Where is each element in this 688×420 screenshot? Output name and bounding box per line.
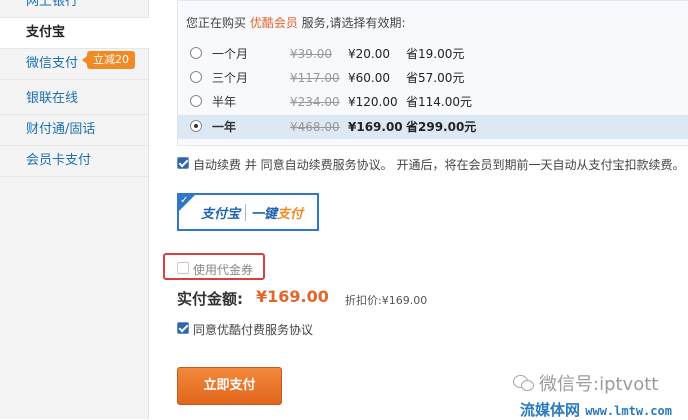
plan-savings: 省19.00元 <box>406 47 465 61</box>
plan-name: 半年 <box>212 95 237 109</box>
wechat-watermark: 微信号:iptvott <box>513 370 658 396</box>
sidebar-item-unionpay[interactable]: 银联在线 <box>0 84 148 115</box>
intro-suffix: 服务,请选择有效期: <box>297 16 406 30</box>
sidebar-item-label: 银联在线 <box>26 91 79 106</box>
sidebar-item-alipay[interactable]: 支付宝 <box>0 18 149 49</box>
coupon-label: 使用代金券 <box>193 263 254 277</box>
plan-savings: 省299.00元 <box>406 120 477 134</box>
plan-original-price: ¥468.00 <box>290 120 340 134</box>
wechat-icon <box>513 375 534 391</box>
pay-now-button[interactable]: 立即支付 <box>177 367 282 405</box>
sidebar-item-label: 支付宝 <box>26 25 66 40</box>
plan-original-price: ¥234.00 <box>290 95 340 109</box>
alipay-one-click-option[interactable]: ✓ 支付宝 一键支付 <box>177 193 319 231</box>
sidebar-item-tenpay[interactable]: 财付通/固话 <box>0 115 148 146</box>
plan-price: ¥60.00 <box>348 71 390 85</box>
total-amount: ¥169.00 <box>256 287 329 306</box>
sidebar-item-label: 微信支付 <box>26 56 79 71</box>
alipay-logo-text: 支付宝 <box>201 207 241 222</box>
auto-renew-label: 自动续费 并 同意自动续费服务协议。 开通后，将在会员到期前一天自动从支付宝扣款… <box>193 158 685 172</box>
plan-radio[interactable] <box>190 95 202 107</box>
plan-original-price: ¥39.00 <box>290 47 332 61</box>
auto-renew-checkbox[interactable] <box>177 157 189 169</box>
discount-badge: 立减20 <box>82 51 135 69</box>
plan-option-1-year[interactable]: 一年 ¥468.00 ¥169.00 省299.00元 <box>178 115 688 139</box>
total-label: 实付金额: <box>177 290 243 308</box>
plan-original-price: ¥117.00 <box>290 71 340 85</box>
plan-radio[interactable] <box>190 71 202 83</box>
sidebar-item-member-card[interactable]: 会员卡支付 <box>0 146 148 177</box>
plan-name: 三个月 <box>212 71 249 85</box>
plan-price: ¥20.00 <box>348 47 390 61</box>
site-watermark: 流媒体网 www.lmtw.com <box>520 399 672 420</box>
agreement-checkbox[interactable] <box>177 322 189 334</box>
plan-option-half-year[interactable]: 半年 ¥234.00 ¥120.00 省114.00元 <box>178 90 688 114</box>
agreement-label: 同意优酷付费服务协议 <box>193 323 314 337</box>
logo-divider <box>245 204 246 221</box>
plan-savings: 省114.00元 <box>406 95 472 109</box>
plan-savings: 省57.00元 <box>406 71 465 85</box>
one-click-suffix: 支付 <box>277 207 304 222</box>
plan-price: ¥169.00 <box>348 120 403 134</box>
one-click-prefix: 一键 <box>251 207 278 222</box>
purchase-intro: 您正在购买 优酷会员 服务,请选择有效期: <box>186 14 406 31</box>
plan-price: ¥120.00 <box>348 95 398 109</box>
plan-option-3-months[interactable]: 三个月 ¥117.00 ¥60.00 省57.00元 <box>178 66 688 90</box>
plan-radio[interactable] <box>190 47 202 59</box>
sidebar-item-label: 会员卡支付 <box>26 153 92 168</box>
discount-price: 折扣价:¥169.00 <box>345 294 428 307</box>
sidebar-item-label: 财付通/固话 <box>26 122 96 137</box>
site-url: www.lmtw.com <box>585 404 672 418</box>
plan-name: 一个月 <box>212 47 249 61</box>
intro-prefix: 您正在购买 <box>186 16 250 30</box>
plan-option-1-month[interactable]: 一个月 ¥39.00 ¥20.00 省19.00元 <box>178 42 688 66</box>
one-click-pay-text: 一键支付 <box>251 203 303 222</box>
plan-name: 一年 <box>212 120 237 134</box>
wechat-id-text: 微信号:iptvott <box>539 374 659 395</box>
site-name: 流媒体网 <box>520 401 581 419</box>
sidebar-item-label: 网上银行 <box>26 0 79 9</box>
sidebar-item-online-bank[interactable]: 网上银行 <box>0 0 148 18</box>
check-icon: ✓ <box>180 195 189 206</box>
product-link[interactable]: 优酷会员 <box>250 16 298 30</box>
coupon-checkbox[interactable] <box>177 262 189 274</box>
plan-radio-selected[interactable] <box>190 120 202 132</box>
